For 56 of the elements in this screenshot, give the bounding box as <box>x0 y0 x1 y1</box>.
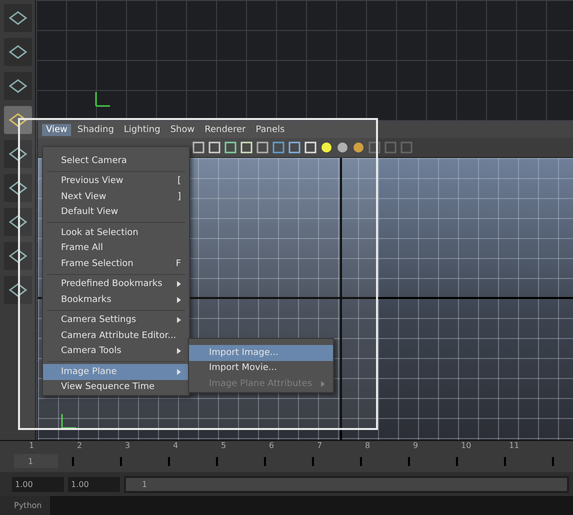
menu-title[interactable]: Shading <box>73 124 118 136</box>
shelf-icon[interactable] <box>4 106 32 134</box>
menu-item[interactable]: Frame All <box>43 240 189 256</box>
menu-item[interactable]: Camera Tools <box>43 344 189 359</box>
time-slider[interactable]: 1 1 2 3 4 5 6 7 8 9 10 11 <box>0 440 573 472</box>
menu-item[interactable]: Camera Attribute Editor... <box>43 328 189 344</box>
shelf-icon[interactable] <box>4 4 32 32</box>
toolbar-icon[interactable] <box>288 141 301 154</box>
menu-item[interactable]: Camera Settings <box>43 312 189 328</box>
menu-item[interactable]: Select Camera <box>43 153 189 168</box>
menu-title[interactable]: Renderer <box>200 124 250 136</box>
menu-title[interactable]: Panels <box>252 124 289 136</box>
toolbar-icon[interactable] <box>352 141 365 154</box>
shelf-icon[interactable] <box>4 174 32 202</box>
toolbar-icon[interactable] <box>192 141 205 154</box>
shelf-icon[interactable] <box>4 38 32 66</box>
menu-item[interactable]: View Sequence Time <box>43 380 189 395</box>
shelf-icon[interactable] <box>4 276 32 304</box>
menu-item[interactable]: Frame Selection F <box>43 256 189 272</box>
shortcut-key: ] <box>177 192 181 202</box>
frame-number: 2 <box>77 441 82 450</box>
frame-number: 4 <box>173 441 178 450</box>
menu-item[interactable]: Bookmarks <box>43 292 189 308</box>
frame-number: 1 <box>29 441 34 450</box>
frame-number: 11 <box>509 441 520 450</box>
frame-number: 6 <box>269 441 274 450</box>
shelf-icon[interactable] <box>4 72 32 100</box>
frame-number: 3 <box>125 441 130 450</box>
toolbar-icon[interactable] <box>368 141 381 154</box>
toolbar-icon[interactable] <box>256 141 269 154</box>
menu-item[interactable]: Look at Selection <box>43 225 189 240</box>
frame-number: 10 <box>461 441 472 450</box>
menu-title[interactable]: Show <box>166 124 199 136</box>
menu-title[interactable]: Lighting <box>120 124 164 136</box>
script-language-label[interactable]: Python <box>0 496 50 515</box>
current-frame: 1 <box>14 454 58 468</box>
frame-number: 8 <box>365 441 370 450</box>
shortcut-key: F <box>176 258 181 269</box>
frame-number: 5 <box>221 441 226 450</box>
toolbar-icon[interactable] <box>336 141 349 154</box>
menu-item[interactable]: Predefined Bookmarks <box>43 276 189 292</box>
toolbar-icon[interactable] <box>224 141 237 154</box>
start-time-field[interactable]: 1.00 <box>12 476 64 492</box>
shelf-icon[interactable] <box>4 242 32 270</box>
menu-item[interactable]: Previous View [ <box>43 174 189 189</box>
menu-item[interactable]: Next View ] <box>43 189 189 204</box>
shortcut-key: [ <box>177 176 181 186</box>
range-start-field[interactable]: 1.00 <box>68 476 120 492</box>
toolbar-icon[interactable] <box>320 141 333 154</box>
shelf-icon[interactable] <box>4 140 32 168</box>
menu-title[interactable]: View <box>42 124 72 136</box>
frame-number: 9 <box>413 441 418 450</box>
menu-item[interactable]: Import Movie... <box>189 360 333 376</box>
menu-item[interactable]: Default View <box>43 204 189 220</box>
shelf-icon[interactable] <box>4 208 32 236</box>
frame-number: 7 <box>317 441 322 450</box>
